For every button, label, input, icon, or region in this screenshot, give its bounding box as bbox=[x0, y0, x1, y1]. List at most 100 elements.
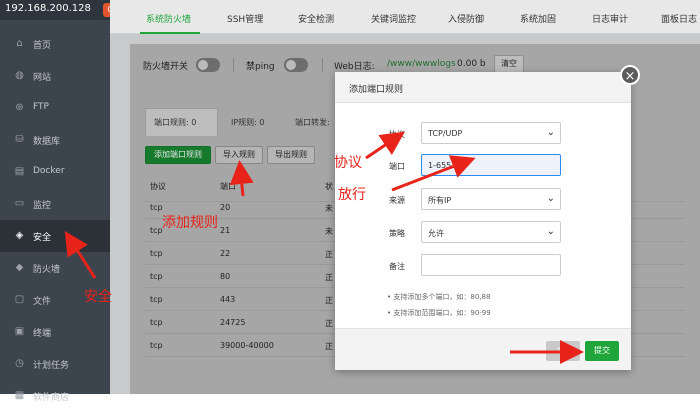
sidebar-item-label: 终端 bbox=[33, 329, 52, 339]
table-cell: 正 bbox=[325, 342, 333, 351]
table-cell: 24725 bbox=[220, 318, 246, 327]
table-cell: 正 bbox=[325, 250, 333, 259]
divider bbox=[322, 58, 323, 72]
hint-multiple-ports: • 支持添加多个端口，如：80,88 bbox=[387, 293, 491, 301]
remark-input[interactable] bbox=[421, 254, 561, 276]
sidebar-item-10[interactable]: ◷ 计划任务 bbox=[0, 348, 110, 380]
folder-icon: ▢ bbox=[14, 294, 25, 305]
sidebar-item-label: FTP bbox=[33, 102, 49, 112]
table-cell: 443 bbox=[220, 295, 236, 304]
add-port-rule-dialog: 添加端口规则 协议 TCP/UDP ⌄ 端口 1-65535 来源 所有IP ⌄… bbox=[335, 72, 631, 370]
source-select[interactable]: 所有IP ⌄ bbox=[421, 188, 561, 210]
table-cell: 20 bbox=[220, 203, 231, 212]
table-cell: 未 bbox=[325, 204, 333, 213]
tab-keyword-monitor[interactable]: 关键词监控 bbox=[371, 12, 416, 25]
tab-system-firewall[interactable]: 系统防火墙 bbox=[146, 12, 191, 25]
remark-label: 备注 bbox=[389, 262, 405, 271]
sidebar-item-3[interactable]: ⛁ 数据库 bbox=[0, 124, 110, 156]
protocol-label: 协议 bbox=[389, 130, 405, 139]
ping-switch[interactable] bbox=[284, 58, 308, 72]
weblog-label: Web日志: bbox=[334, 62, 375, 72]
column-header: 协议 bbox=[150, 182, 166, 191]
table-cell: 未 bbox=[325, 227, 333, 236]
table-cell: 正 bbox=[325, 273, 333, 282]
import-rules-button[interactable]: 导入规则 bbox=[215, 146, 263, 164]
weblog-path[interactable]: /www/wwwlogs bbox=[387, 59, 456, 69]
shield-icon: ◈ bbox=[15, 230, 24, 241]
sidebar-item-label: Docker bbox=[33, 166, 65, 176]
security-tabs: 系统防火墙 SSH管理 安全检测 关键词监控 入侵防御 系统加固 日志审计 面板… bbox=[110, 0, 700, 34]
table-cell: tcp bbox=[150, 295, 163, 304]
subtab-ip-rules[interactable]: IP规则: 0 bbox=[231, 117, 265, 128]
annotation-release: 放行 bbox=[338, 187, 366, 203]
tab-security-check[interactable]: 安全检测 bbox=[298, 12, 334, 25]
sidebar-item-1[interactable]: ◍ 网站 bbox=[0, 60, 110, 92]
tab-system-hardening[interactable]: 系统加固 bbox=[520, 12, 556, 25]
source-label: 来源 bbox=[389, 196, 405, 205]
tab-intrusion-defense[interactable]: 入侵防御 bbox=[448, 12, 484, 25]
strategy-label: 策略 bbox=[389, 229, 405, 238]
table-cell: 21 bbox=[220, 226, 231, 235]
weblog-size: 0.00 b bbox=[457, 59, 486, 69]
sidebar-item-label: 计划任务 bbox=[33, 361, 70, 371]
submit-button[interactable]: 提交 bbox=[585, 341, 619, 361]
tab-panel-log[interactable]: 面板日志 bbox=[661, 12, 697, 25]
table-cell: 正 bbox=[325, 296, 333, 305]
table-cell: 80 bbox=[220, 272, 231, 281]
protocol-select[interactable]: TCP/UDP ⌄ bbox=[421, 122, 561, 144]
firewall-icon: ◆ bbox=[15, 262, 24, 273]
hint-text: 支持添加多个端口，如：80,88 bbox=[393, 293, 491, 301]
clear-log-button[interactable]: 清空 bbox=[494, 55, 524, 73]
chevron-down-icon: ⌄ bbox=[546, 226, 555, 237]
close-icon[interactable]: × bbox=[620, 65, 640, 85]
export-rules-button[interactable]: 导出规则 bbox=[267, 146, 315, 164]
table-cell: 39000-40000 bbox=[220, 341, 274, 350]
column-header: 端口 bbox=[220, 182, 236, 191]
table-cell: tcp bbox=[150, 318, 163, 327]
annotation-protocol: 协议 bbox=[334, 155, 362, 171]
sidebar-item-label: 网站 bbox=[33, 73, 52, 83]
table-cell: tcp bbox=[150, 249, 163, 258]
globe-icon: ◍ bbox=[15, 70, 24, 81]
store-icon: ▦ bbox=[14, 390, 25, 401]
subtab-port-forward[interactable]: 端口转发: bbox=[295, 117, 330, 128]
home-icon: ⌂ bbox=[16, 38, 23, 49]
sidebar-item-11[interactable]: ▦ 软件商店 bbox=[0, 380, 110, 412]
ftp-icon: ⊛ bbox=[15, 102, 24, 113]
sidebar-item-0[interactable]: ⌂ 首页 bbox=[0, 28, 110, 60]
dialog-title: 添加端口规则 bbox=[349, 85, 404, 95]
port-label: 端口 bbox=[389, 162, 405, 171]
sidebar-item-label: 数据库 bbox=[33, 137, 61, 147]
port-input[interactable]: 1-65535 bbox=[421, 154, 561, 176]
tab-log-audit[interactable]: 日志审计 bbox=[592, 12, 628, 25]
sidebar-item-2[interactable]: ⊛ FTP bbox=[0, 92, 110, 124]
dialog-header: 添加端口规则 bbox=[335, 72, 631, 103]
server-ip: 192.168.200.128 bbox=[5, 3, 91, 14]
source-value: 所有IP bbox=[428, 196, 452, 205]
tab-ssh[interactable]: SSH管理 bbox=[227, 12, 263, 25]
sidebar-item-6[interactable]: ◈ 安全 bbox=[0, 220, 110, 252]
sidebar: 192.168.200.128 ⌂ 首页 ◍ 网站 ⊛ FTP ⛁ 数据库 ▤ Docker ▭ 监控… bbox=[0, 0, 110, 403]
sidebar-item-label: 防火墙 bbox=[33, 265, 61, 275]
table-cell: tcp bbox=[150, 272, 163, 281]
close-button[interactable]: 关闭 bbox=[546, 341, 580, 361]
sidebar-item-label: 首页 bbox=[33, 41, 52, 51]
sidebar-item-9[interactable]: ▣ 终端 bbox=[0, 316, 110, 348]
divider bbox=[233, 58, 234, 72]
dialog-footer: 关闭 提交 bbox=[335, 328, 631, 370]
add-port-rule-button[interactable]: 添加端口规则 bbox=[145, 146, 211, 164]
strategy-select[interactable]: 允许 ⌄ bbox=[421, 221, 561, 243]
firewall-switch[interactable] bbox=[196, 58, 220, 72]
docker-icon: ▤ bbox=[14, 166, 25, 177]
clock-icon: ◷ bbox=[15, 358, 24, 369]
sidebar-item-4[interactable]: ▤ Docker bbox=[0, 156, 110, 188]
sidebar-item-7[interactable]: ◆ 防火墙 bbox=[0, 252, 110, 284]
strategy-value: 允许 bbox=[428, 229, 444, 238]
sidebar-item-5[interactable]: ▭ 监控 bbox=[0, 188, 110, 220]
server-header: 192.168.200.128 bbox=[0, 0, 110, 20]
table-cell: tcp bbox=[150, 226, 163, 235]
annotation-add-rule: 添加规则 bbox=[162, 215, 218, 231]
subtab-port-rules[interactable]: 端口规则: 0 bbox=[154, 117, 196, 128]
protocol-value: TCP/UDP bbox=[428, 129, 463, 138]
active-tab-indicator bbox=[140, 32, 200, 34]
